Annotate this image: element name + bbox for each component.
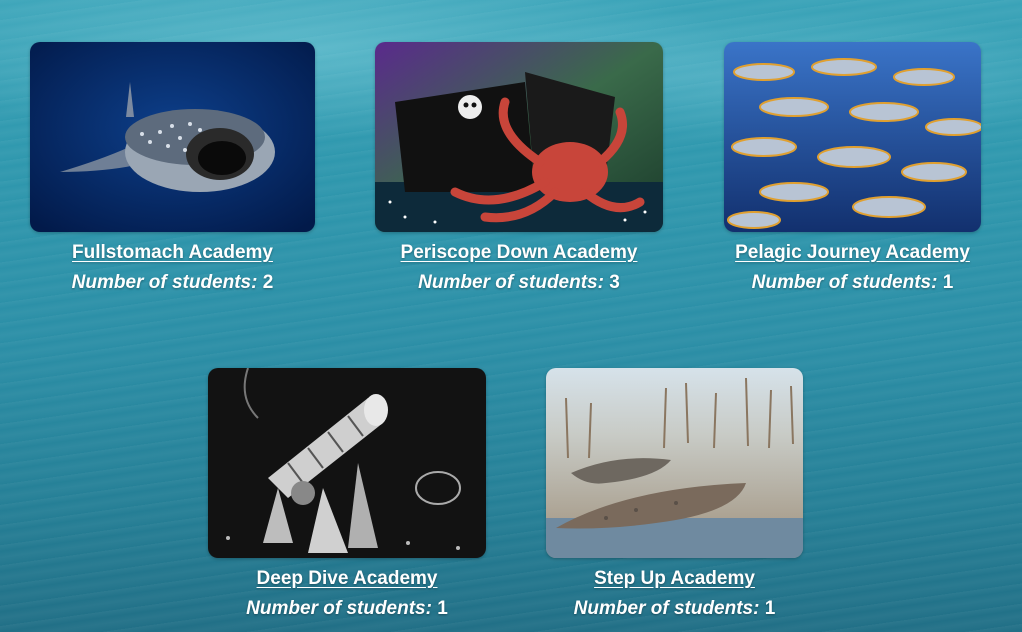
student-count-label: Number of students:: [246, 598, 432, 619]
submarine-illustration-image[interactable]: [208, 368, 486, 558]
academy-card-step-up: Step Up Academy Number of students: 1: [546, 368, 803, 620]
student-count: Number of students: 2: [30, 272, 315, 294]
academy-link[interactable]: Step Up Academy: [546, 568, 803, 590]
student-count-value: 1: [942, 272, 954, 293]
student-count-label: Number of students:: [71, 272, 258, 293]
academy-link[interactable]: Pelagic Journey Academy: [724, 242, 981, 264]
student-count: Number of students: 1: [724, 272, 981, 294]
academy-card-deep-dive: Deep Dive Academy Number of students: 1: [208, 368, 486, 620]
academy-link[interactable]: Fullstomach Academy: [30, 242, 315, 264]
academy-link[interactable]: Deep Dive Academy: [208, 568, 486, 590]
student-count-value: 2: [262, 272, 274, 293]
academy-card-fullstomach: Fullstomach Academy Number of students: …: [30, 42, 315, 294]
student-count: Number of students: 1: [546, 598, 803, 620]
student-count-value: 1: [437, 598, 448, 619]
student-count-label: Number of students:: [418, 272, 604, 293]
student-count-label: Number of students:: [751, 272, 938, 293]
pirate-ship-octopus-image[interactable]: [375, 42, 663, 232]
student-count: Number of students: 1: [208, 598, 486, 620]
whale-shark-image[interactable]: [30, 42, 315, 232]
student-count: Number of students: 3: [375, 272, 663, 294]
student-count-label: Number of students:: [573, 598, 760, 619]
academy-card-pelagic-journey: Pelagic Journey Academy Number of studen…: [724, 42, 981, 294]
student-count-value: 3: [609, 272, 620, 293]
tuna-school-image[interactable]: [724, 42, 981, 232]
academy-link[interactable]: Periscope Down Academy: [375, 242, 663, 264]
prehistoric-fish-image[interactable]: [546, 368, 803, 558]
academy-card-periscope-down: Periscope Down Academy Number of student…: [375, 42, 663, 294]
student-count-value: 1: [764, 598, 776, 619]
